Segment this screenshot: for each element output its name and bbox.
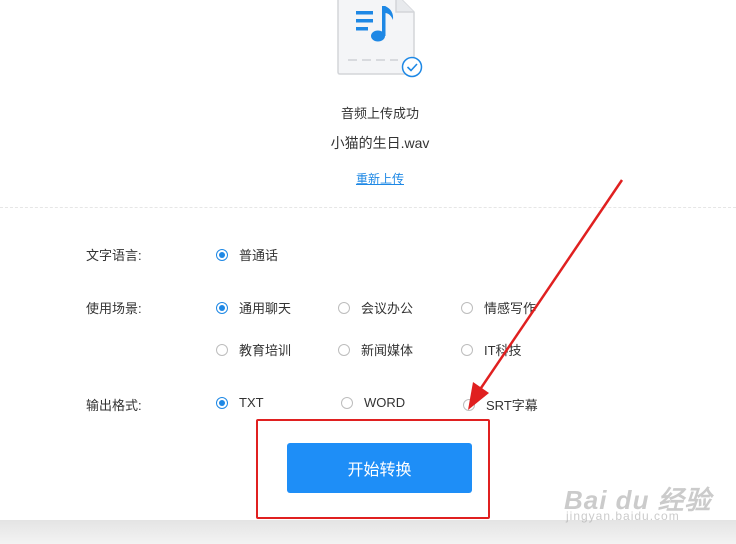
radio-label: SRT字幕 [486, 398, 538, 413]
language-label: 文字语言: [86, 248, 142, 263]
radio-dot [463, 398, 475, 411]
radio-format-txt[interactable]: TXT [216, 395, 264, 410]
radio-scene-education[interactable]: 教育培训 [216, 340, 291, 359]
radio-scene-it-tech[interactable]: IT科技 [461, 340, 522, 359]
radio-language-mandarin[interactable]: 普通话 [216, 245, 278, 264]
radio-dot [461, 343, 473, 356]
radio-format-word[interactable]: WORD [341, 395, 405, 410]
reupload-link[interactable]: 重新上传 [356, 172, 404, 186]
radio-format-srt[interactable]: SRT字幕 [463, 395, 538, 414]
radio-dot [341, 396, 353, 409]
radio-scene-general-chat[interactable]: 通用聊天 [216, 298, 291, 317]
scene-label: 使用场景: [86, 301, 142, 316]
radio-label: WORD [364, 395, 406, 410]
radio-dot [216, 301, 228, 314]
radio-label: 普通话 [239, 248, 279, 263]
audio-file-icon [337, 0, 423, 78]
watermark-sub: jingyan.baidu.com [566, 509, 680, 523]
annotation-highlight-box [256, 419, 490, 519]
reupload-link-wrap: 重新上传 [0, 170, 736, 187]
radio-label: 通用聊天 [239, 301, 292, 316]
radio-label: TXT [239, 395, 264, 410]
radio-dot [338, 301, 350, 314]
radio-scene-emotional-writing[interactable]: 情感写作 [461, 298, 536, 317]
radio-dot [216, 343, 228, 356]
radio-scene-news-media[interactable]: 新闻媒体 [338, 340, 413, 359]
uploaded-file-name: 小猫的生日.wav [330, 135, 430, 151]
radio-label: IT科技 [484, 343, 522, 358]
radio-dot [338, 343, 350, 356]
upload-success-text: 音频上传成功 [340, 106, 419, 121]
section-divider [0, 207, 736, 208]
radio-label: 情感写作 [484, 301, 537, 316]
radio-label: 新闻媒体 [361, 343, 414, 358]
radio-dot [216, 248, 228, 261]
radio-dot [461, 301, 473, 314]
radio-label: 会议办公 [361, 301, 414, 316]
baidu-jingyan-watermark: Bai du 经验 jingyan.baidu.com [562, 480, 732, 530]
radio-label: 教育培训 [239, 343, 292, 358]
radio-dot [216, 396, 228, 409]
radio-scene-meeting[interactable]: 会议办公 [338, 298, 413, 317]
format-label: 输出格式: [86, 398, 142, 413]
